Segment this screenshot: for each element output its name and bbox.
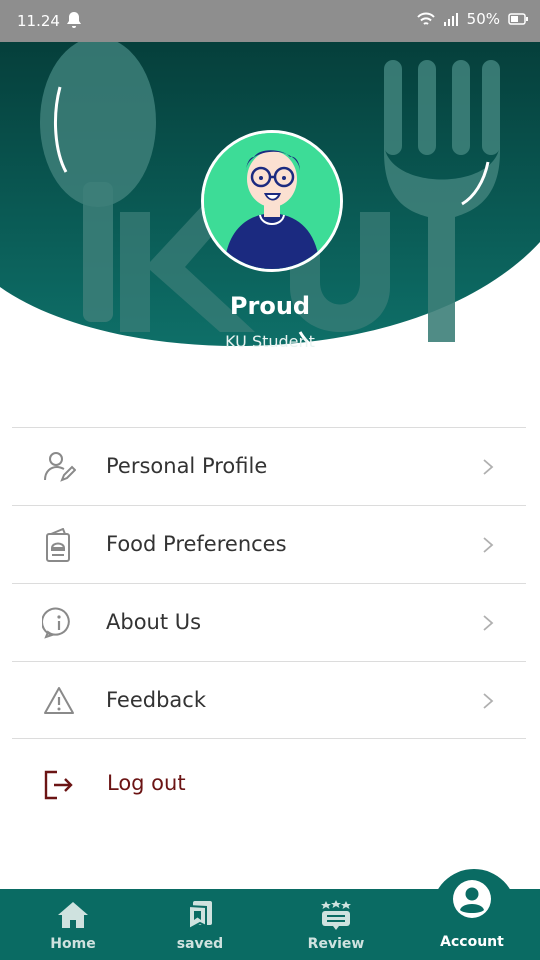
menu-card-icon	[46, 528, 70, 562]
menu-item-food-preferences[interactable]: Food Preferences	[12, 505, 526, 583]
avatar-illustration	[204, 133, 340, 269]
nav-item-home[interactable]: Home	[23, 889, 123, 960]
battery-percent: 50%	[466, 10, 500, 28]
review-icon	[321, 900, 351, 930]
nav-item-review[interactable]: Review	[286, 889, 386, 960]
menu-item-personal-profile[interactable]: Personal Profile	[12, 427, 526, 505]
chevron-right-icon	[483, 615, 494, 631]
avatar[interactable]	[201, 130, 343, 272]
logout-label: Log out	[107, 771, 186, 795]
chevron-right-icon	[483, 693, 494, 709]
status-indicators: 50%	[416, 10, 528, 28]
status-time: 11.24	[17, 12, 60, 30]
bottom-nav: Home saved Review Account	[0, 880, 540, 960]
battery-icon	[508, 13, 528, 25]
status-bar: 11.24 50%	[0, 0, 540, 42]
chevron-right-icon	[483, 537, 494, 553]
chevron-right-icon	[483, 459, 494, 475]
notification-bell-icon	[67, 12, 81, 28]
user-edit-icon	[44, 452, 76, 482]
info-icon	[42, 607, 70, 639]
bookmark-icon	[188, 901, 212, 931]
menu-item-about-us[interactable]: About Us	[12, 583, 526, 661]
nav-label: Account	[440, 934, 504, 950]
signal-icon	[443, 12, 458, 26]
menu-item-feedback[interactable]: Feedback	[12, 661, 526, 739]
wifi-icon	[416, 12, 435, 25]
profile-name: Proud	[229, 292, 311, 320]
menu-item-label: About Us	[106, 610, 202, 634]
home-icon	[58, 902, 88, 928]
profile-role: KU Student	[225, 332, 315, 351]
menu-item-label: Food Preferences	[106, 532, 287, 556]
nav-label: Home	[50, 936, 96, 952]
menu-item-label: Personal Profile	[106, 454, 268, 478]
nav-label: Review	[307, 936, 365, 952]
menu-item-label: Feedback	[106, 688, 207, 712]
profile-header: Proud KU Student	[0, 42, 540, 372]
nav-item-account[interactable]: Account	[422, 880, 522, 960]
account-menu: Personal Profile Food Preferences About …	[12, 427, 526, 739]
logout-button[interactable]: Log out	[12, 738, 526, 829]
warning-icon	[44, 687, 74, 714]
nav-label: saved	[176, 936, 224, 952]
nav-item-saved[interactable]: saved	[150, 889, 250, 960]
account-icon	[453, 880, 491, 918]
logout-icon	[44, 770, 73, 800]
